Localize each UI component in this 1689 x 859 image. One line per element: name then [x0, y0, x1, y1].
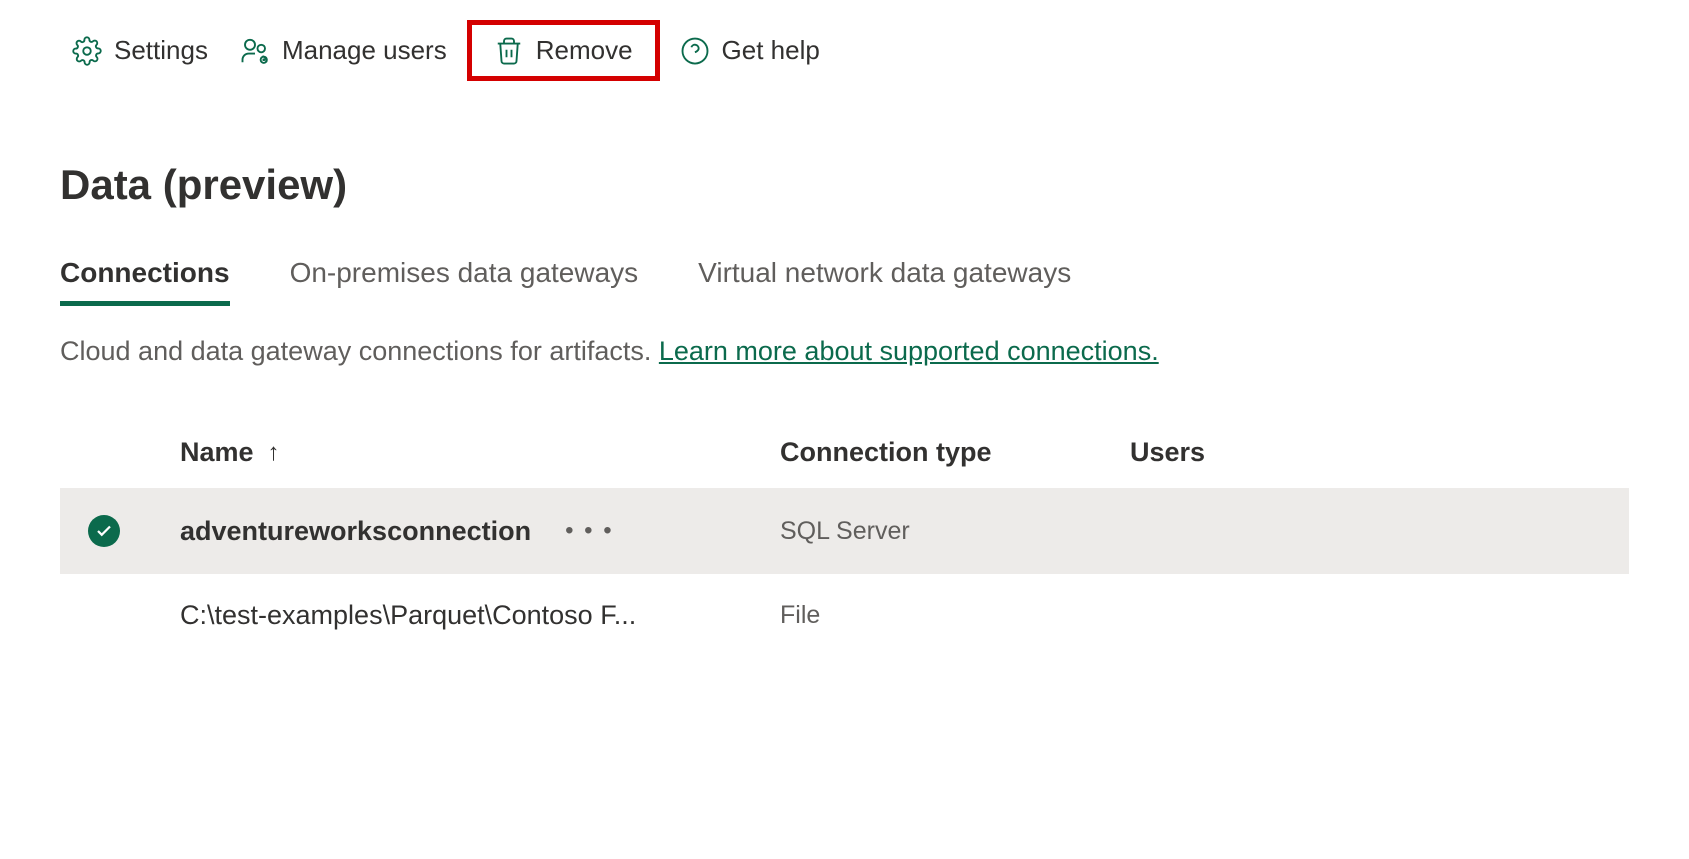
connections-table: Name ↑ Connection type Users adventurewo… [0, 417, 1689, 657]
connection-type: File [780, 601, 1130, 630]
tab-virtual-network[interactable]: Virtual network data gateways [698, 249, 1071, 306]
tab-on-premises[interactable]: On-premises data gateways [290, 249, 639, 306]
description-text: Cloud and data gateway connections for a… [60, 336, 659, 366]
tabs: Connections On-premises data gateways Vi… [0, 249, 1689, 306]
manage-users-label: Manage users [282, 35, 447, 66]
status-ok-icon [88, 515, 120, 547]
remove-button[interactable]: Remove [482, 27, 645, 74]
connection-name: adventureworksconnection [180, 516, 531, 547]
table-row[interactable]: adventureworksconnection • • • SQL Serve… [60, 488, 1629, 573]
header-connection-type[interactable]: Connection type [780, 437, 1130, 468]
learn-more-link[interactable]: Learn more about supported connections. [659, 336, 1159, 366]
manage-users-button[interactable]: Manage users [228, 27, 459, 74]
table-row[interactable]: C:\test-examples\Parquet\Contoso F... Fi… [60, 573, 1629, 657]
get-help-button[interactable]: Get help [668, 27, 832, 74]
tab-connections[interactable]: Connections [60, 249, 230, 306]
more-options-button[interactable]: • • • [565, 517, 614, 545]
page-title: Data (preview) [0, 81, 1689, 249]
connection-type: SQL Server [780, 517, 1130, 546]
gear-icon [72, 36, 102, 66]
settings-label: Settings [114, 35, 208, 66]
description: Cloud and data gateway connections for a… [0, 306, 1689, 417]
connection-name: C:\test-examples\Parquet\Contoso F... [180, 600, 636, 631]
trash-icon [494, 36, 524, 66]
toolbar: Settings Manage users [0, 20, 1689, 81]
header-name[interactable]: Name ↑ [180, 437, 780, 468]
header-users[interactable]: Users [1130, 437, 1629, 468]
users-icon [240, 36, 270, 66]
table-header: Name ↑ Connection type Users [60, 417, 1629, 488]
sort-arrow-up-icon: ↑ [268, 439, 280, 467]
help-icon [680, 36, 710, 66]
settings-button[interactable]: Settings [60, 27, 220, 74]
remove-label: Remove [536, 35, 633, 66]
get-help-label: Get help [722, 35, 820, 66]
remove-highlight-box: Remove [467, 20, 660, 81]
